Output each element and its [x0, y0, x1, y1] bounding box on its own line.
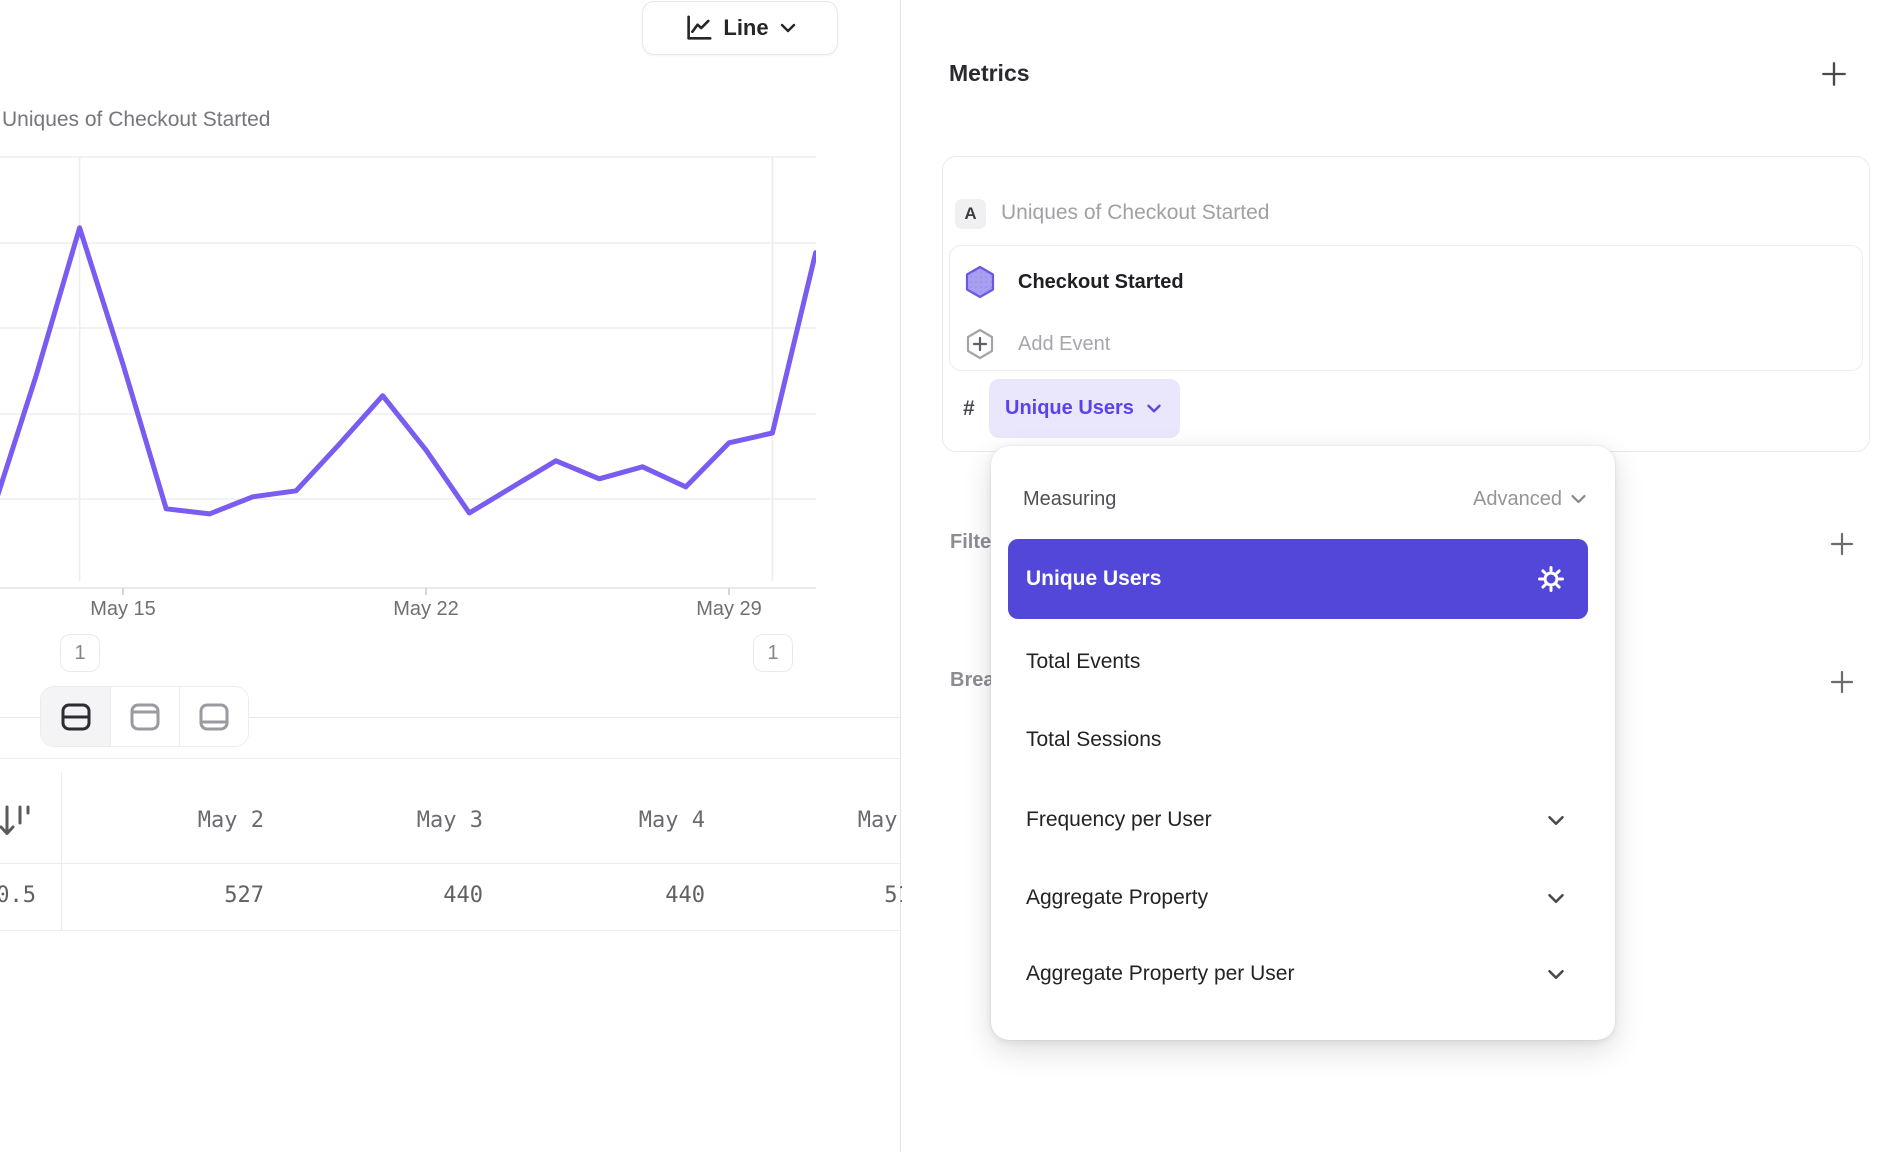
dropdown-item-unique-users[interactable]: Unique Users: [1008, 539, 1588, 619]
metrics-panel: Metrics A Uniques of Checkout Started Ch…: [902, 0, 1898, 1152]
table-header-border: [0, 863, 901, 864]
x-tick-label: May 29: [696, 598, 762, 621]
measurement-chip[interactable]: Unique Users: [989, 379, 1180, 438]
table-value-cell: 514: [724, 883, 924, 913]
dropdown-item-total-events[interactable]: Total Events: [1008, 622, 1588, 702]
plus-icon: [1828, 530, 1856, 558]
dropdown-item-label: Frequency per User: [1026, 808, 1212, 832]
table-view-icon: [196, 699, 232, 735]
dropdown-item-label: Total Events: [1026, 650, 1140, 674]
table-header-cell[interactable]: May 4: [505, 808, 705, 838]
dropdown-item-aggregate-property-per-user[interactable]: Aggregate Property per User: [1008, 934, 1588, 1014]
event-name: Checkout Started: [1018, 271, 1184, 294]
table-value-cell: 527: [64, 883, 264, 913]
measurement-chip-label: Unique Users: [1005, 397, 1134, 420]
plus-icon: [1828, 668, 1856, 696]
chevron-down-icon: [1146, 403, 1162, 414]
table-header-cell[interactable]: May 5: [724, 808, 924, 838]
dropdown-item-aggregate-property[interactable]: Aggregate Property: [1008, 858, 1588, 938]
horizontal-gridlines: [0, 157, 816, 499]
table-header-cell[interactable]: May 3: [283, 808, 483, 838]
frozen-column-separator: [61, 772, 62, 930]
table-header-cell[interactable]: May 2: [64, 808, 264, 838]
chevron-down-icon: [1546, 814, 1566, 827]
dropdown-item-total-sessions[interactable]: Total Sessions: [1008, 700, 1588, 780]
dropdown-item-frequency-per-user[interactable]: Frequency per User: [1008, 780, 1588, 860]
metrics-heading: Metrics: [949, 60, 1030, 87]
x-axis-ticks: [123, 588, 729, 595]
table-value-cell: 440: [505, 883, 705, 913]
measuring-label: Measuring: [1023, 488, 1116, 511]
x-tick-label: May 15: [90, 598, 156, 621]
table-frozen-cell: 440.5: [0, 883, 36, 913]
metric-letter-badge: A: [955, 199, 986, 229]
layout-toggle-group: [40, 686, 249, 747]
event-hexagon-icon: [964, 265, 996, 299]
count-symbol: #: [963, 397, 975, 421]
event-row-checkout-started[interactable]: Checkout Started: [958, 256, 1848, 308]
dropdown-item-label: Aggregate Property per User: [1026, 962, 1294, 986]
dropdown-item-label: Aggregate Property: [1026, 886, 1208, 910]
plus-icon: [1819, 59, 1849, 89]
vertical-gridlines: [80, 157, 773, 581]
event-list-card: Checkout Started Add Event: [949, 245, 1863, 371]
add-metric-button[interactable]: [1818, 58, 1850, 90]
chevron-down-icon: [1546, 892, 1566, 905]
line-chart-svg[interactable]: [0, 127, 816, 597]
add-breakdown-button[interactable]: [1826, 666, 1858, 698]
sort-descending-icon[interactable]: [0, 802, 34, 840]
add-event-button[interactable]: Add Event: [958, 318, 1848, 370]
toggle-split-view[interactable]: [41, 687, 110, 746]
metric-name[interactable]: Uniques of Checkout Started: [1001, 201, 1270, 225]
chart-view-icon: [127, 699, 163, 735]
metric-card: A Uniques of Checkout Started Checkout S…: [942, 156, 1870, 452]
x-tick-label: May 22: [393, 598, 459, 621]
toggle-chart-view[interactable]: [110, 687, 179, 746]
split-view-icon: [58, 699, 94, 735]
page-number-left[interactable]: 1: [60, 634, 100, 672]
line-chart-icon: [683, 13, 713, 43]
table-value-cell: 440: [283, 883, 483, 913]
chart-section: Line Uniques of Checkout Started May 15 …: [0, 0, 901, 1152]
measuring-dropdown: Measuring Advanced Unique Users: [991, 446, 1615, 1040]
advanced-mode-selector[interactable]: Advanced: [1473, 488, 1587, 511]
chart-type-label: Line: [723, 15, 768, 41]
gear-icon[interactable]: [1536, 564, 1566, 594]
chevron-down-icon: [779, 22, 797, 34]
page-number-right[interactable]: 1: [753, 634, 793, 672]
chevron-down-icon: [1546, 968, 1566, 981]
dropdown-item-label: Unique Users: [1026, 567, 1161, 591]
table-top-border: [0, 758, 901, 759]
dropdown-item-label: Total Sessions: [1026, 728, 1161, 752]
add-filter-button[interactable]: [1826, 528, 1858, 560]
table-bottom-border: [0, 930, 901, 931]
chevron-down-icon: [1570, 493, 1587, 505]
chart-type-button[interactable]: Line: [642, 1, 838, 55]
add-event-label: Add Event: [1018, 333, 1110, 356]
advanced-label: Advanced: [1473, 488, 1562, 511]
series-line: [0, 228, 816, 514]
add-event-hexagon-icon: [964, 327, 996, 361]
toggle-table-view[interactable]: [179, 687, 248, 746]
